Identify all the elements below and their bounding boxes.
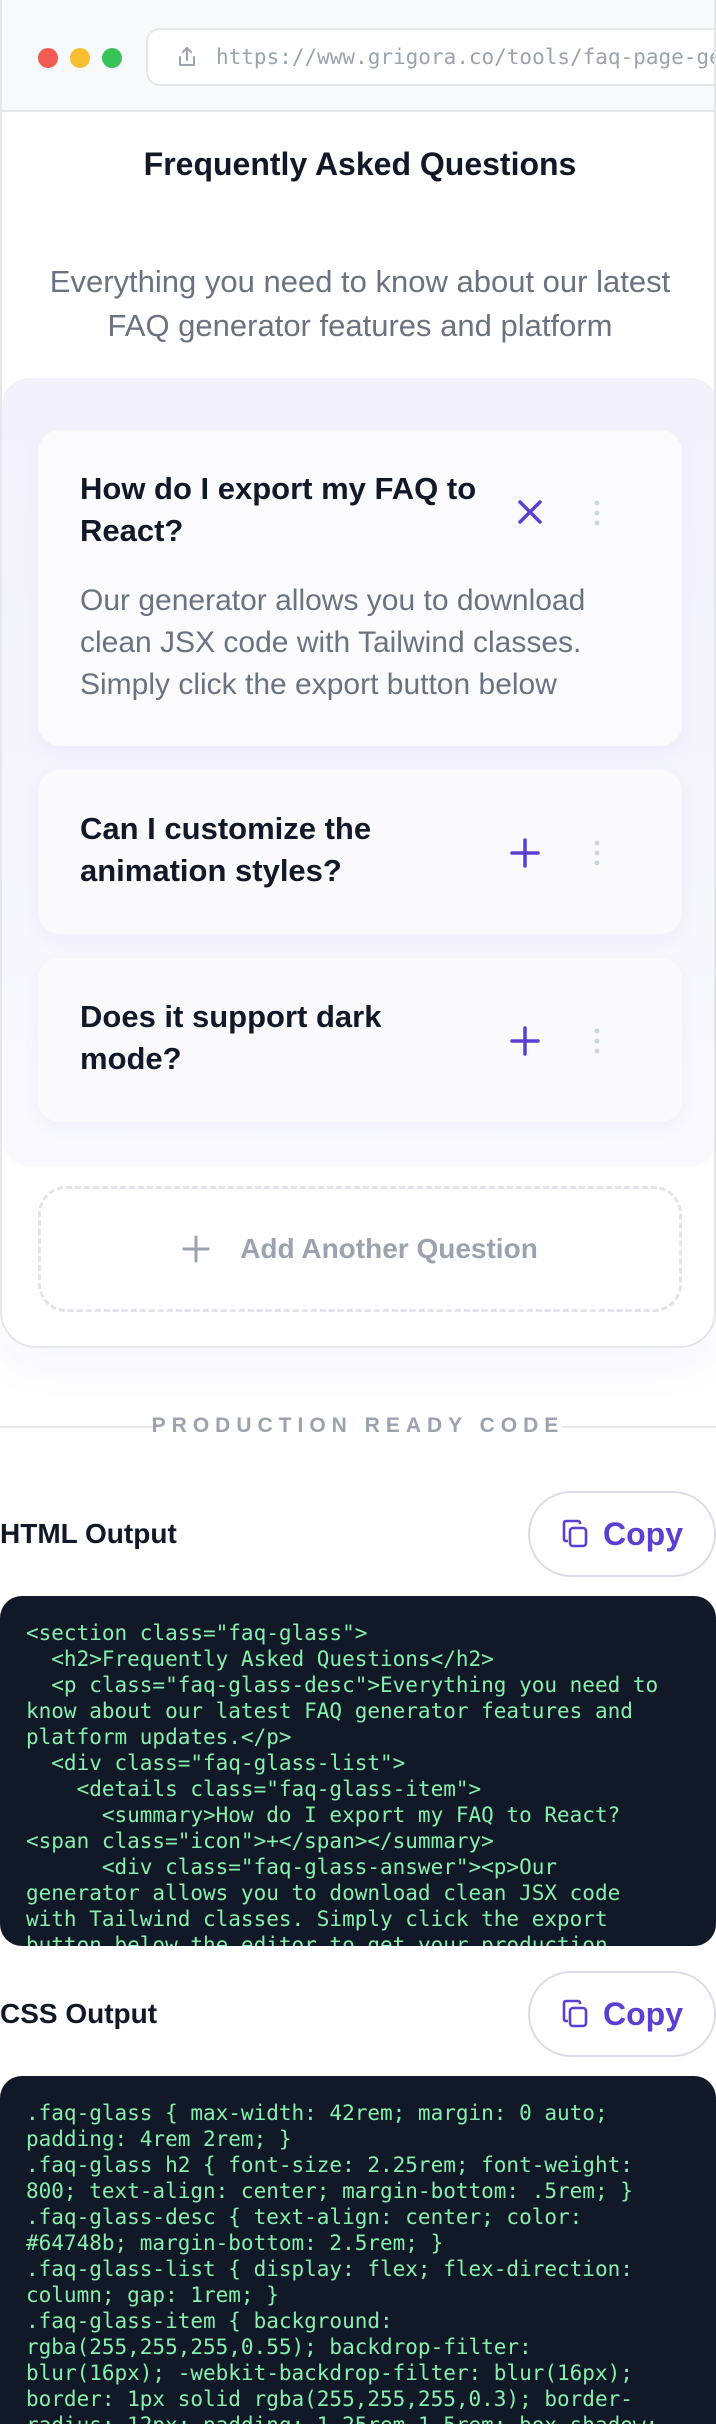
more-vertical-icon[interactable] [593, 840, 601, 866]
code-line: with Tailwind classes. Simply click the … [26, 1907, 608, 1931]
close-window-dot[interactable] [38, 48, 58, 68]
code-line: generator allows you to download clean J… [26, 1881, 621, 1905]
faq-answer: Our generator allows you to download cle… [80, 584, 586, 701]
maximize-window-dot[interactable] [102, 48, 122, 68]
code-line: rgba(255,255,255,0.55); backdrop-filter: [26, 2335, 532, 2359]
copy-css-button[interactable]: Copy [528, 1971, 716, 2057]
add-question-button[interactable]: Add Another Question [38, 1186, 682, 1312]
copy-html-label: Copy [603, 1515, 683, 1552]
code-line: <h2>Frequently Asked Questions</h2> [26, 1647, 494, 1671]
browser-toolbar: https://www.grigora.co/tools/faq-page-ge… [2, 0, 714, 112]
code-line: <summary>How do I export my FAQ to React… [26, 1803, 621, 1827]
code-line: <details class="faq-glass-item"> [26, 1777, 482, 1801]
minimize-window-dot[interactable] [70, 48, 90, 68]
preview-frame: https://www.grigora.co/tools/faq-page-ge… [0, 0, 716, 1348]
code-line: padding: 4rem 2rem; } [26, 2127, 292, 2151]
css-code-block[interactable]: .faq-glass { max-width: 42rem; margin: 0… [0, 2076, 716, 2424]
code-line: .faq-glass-desc { text-align: center; co… [26, 2205, 583, 2229]
css-output-heading: CSS Output [0, 1998, 158, 2029]
code-line: platform updates.</p> [26, 1725, 292, 1749]
code-line: 800; text-align: center; margin-bottom: … [26, 2179, 633, 2203]
code-line: <p class="faq-glass-desc">Everything you… [26, 1673, 659, 1697]
copy-css-label: Copy [603, 1995, 683, 2032]
section-divider-label: PRODUCTION READY CODE [151, 1414, 565, 1437]
html-output-heading: HTML Output [0, 1518, 177, 1549]
code-line: <div class="faq-glass-list"> [26, 1751, 406, 1775]
code-line: border: 1px solid rgba(255,255,255,0.3);… [26, 2387, 633, 2411]
copy-icon [562, 1519, 588, 1548]
code-line: .faq-glass-item { background: [26, 2309, 393, 2333]
code-line: <span class="icon">+</span></summary> [26, 1829, 494, 1853]
code-line: <div class="faq-glass-answer"><p>Our [26, 1855, 558, 1879]
url-text: https://www.grigora.co/tools/faq-page-ge… [216, 45, 714, 69]
code-line: radius: 12px; padding: 1.25rem 1.5rem; b… [26, 2412, 690, 2424]
faq-item[interactable]: Does it support dark mode? [38, 958, 682, 1122]
faq-question[interactable]: How do I export my FAQ to React? [80, 468, 500, 552]
code-line: #64748b; margin-bottom: 2.5rem; } [26, 2231, 444, 2255]
code-line: .faq-glass-list { display: flex; flex-di… [26, 2257, 633, 2281]
faq-question[interactable]: Can I customize the animation styles? [80, 808, 500, 892]
faq-question[interactable]: Does it support dark mode? [80, 996, 500, 1080]
copy-icon [562, 1999, 588, 2028]
copy-html-button[interactable]: Copy [528, 1491, 716, 1577]
code-line: column; gap: 1rem; } [26, 2283, 279, 2307]
faq-item[interactable]: How do I export my FAQ to React? Our gen… [38, 430, 682, 746]
more-vertical-icon[interactable] [593, 1028, 601, 1054]
code-line: blur(16px); -webkit-backdrop-filter: blu… [26, 2361, 633, 2385]
code-line: <section class="faq-glass"> [26, 1621, 368, 1645]
faq-list: How do I export my FAQ to React? Our gen… [2, 378, 714, 1166]
add-question-label: Add Another Question [240, 1233, 538, 1264]
share-icon [179, 47, 195, 66]
faq-description: Everything you need to know about our la… [49, 264, 671, 343]
plus-icon [182, 1235, 210, 1263]
plus-icon[interactable] [510, 838, 540, 868]
faq-item[interactable]: Can I customize the animation styles? [38, 770, 682, 934]
code-line: .faq-glass h2 { font-size: 2.25rem; font… [26, 2153, 633, 2177]
html-code-block[interactable]: <section class="faq-glass"> <h2>Frequent… [0, 1596, 716, 1946]
plus-icon[interactable] [510, 1026, 540, 1056]
code-line: know about our latest FAQ generator feat… [26, 1699, 633, 1723]
code-line: button below the editor to get your prod… [26, 1933, 608, 1946]
faq-title: Frequently Asked Questions [143, 146, 577, 182]
more-vertical-icon[interactable] [593, 500, 601, 526]
close-icon[interactable] [515, 497, 545, 527]
code-line: .faq-glass { max-width: 42rem; margin: 0… [26, 2101, 608, 2125]
url-bar[interactable]: https://www.grigora.co/tools/faq-page-ge… [146, 28, 714, 86]
